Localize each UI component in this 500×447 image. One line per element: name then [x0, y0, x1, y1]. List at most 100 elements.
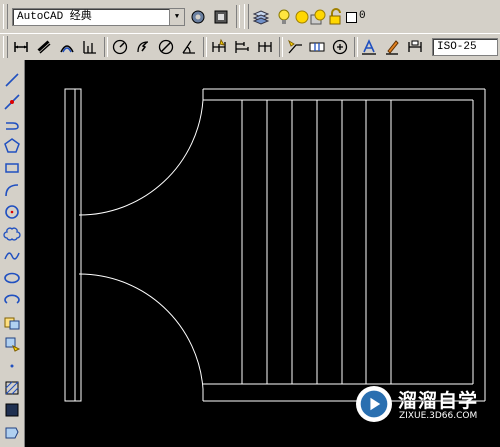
dim-edit-button[interactable]: [359, 37, 379, 57]
layers-icon: [252, 10, 270, 25]
layer-lock-toggle[interactable]: [326, 7, 346, 27]
play-icon: [360, 390, 388, 418]
quick-leader-button[interactable]: [285, 37, 305, 57]
ellipse-icon: [4, 272, 20, 284]
arc-button[interactable]: [2, 180, 22, 200]
xline-icon: [4, 94, 20, 110]
point-button[interactable]: [2, 356, 22, 376]
insert-block-button[interactable]: [2, 312, 22, 332]
circle-icon: [5, 205, 19, 219]
dim-ordinate-button[interactable]: [80, 37, 100, 57]
center-mark-icon: [332, 39, 348, 55]
dim-update-icon: [408, 40, 422, 52]
polygon-icon: [4, 138, 20, 153]
region-icon: [5, 427, 19, 439]
polyline-icon: [6, 122, 19, 130]
toolbar-grip[interactable]: [3, 4, 8, 29]
watermark-url: ZIXUE.3D66.COM: [399, 411, 478, 421]
toolbar-grip[interactable]: [244, 4, 249, 29]
rectangle-icon: [5, 163, 19, 173]
layer-viewport-freeze-toggle[interactable]: [308, 7, 328, 27]
watermark-logo: [356, 386, 392, 422]
dim-jogged-icon: [137, 41, 149, 53]
dim-continue-button[interactable]: [255, 37, 275, 57]
tolerance-button[interactable]: [307, 37, 327, 57]
door-swing-arc-top: [78, 99, 204, 216]
ellipse-button[interactable]: [2, 268, 22, 288]
line-button[interactable]: [2, 70, 22, 90]
make-block-button[interactable]: [2, 334, 22, 354]
spline-icon: [4, 252, 20, 260]
toolbar-separator: [279, 37, 283, 57]
draw-toolbar: [0, 60, 25, 447]
leader-icon: [287, 39, 302, 54]
toolbar-separator: [104, 37, 108, 57]
quick-dim-button[interactable]: [209, 37, 229, 57]
layer-color-swatch: [346, 12, 357, 23]
toolbar-separator: [354, 37, 358, 57]
workspace-toolbar: AutoCAD 经典 ▼ 0: [0, 0, 500, 34]
ellipse-arc-button[interactable]: [2, 290, 22, 310]
lock-icon: [329, 8, 341, 25]
dim-update-button[interactable]: [405, 37, 425, 57]
viewport-sun-icon: [310, 9, 326, 25]
dim-radius-button[interactable]: [110, 37, 130, 57]
dim-aligned-button[interactable]: [34, 37, 54, 57]
revision-cloud-button[interactable]: [2, 224, 22, 244]
dim-linear-button[interactable]: [11, 37, 31, 57]
pencil-icon: [386, 40, 399, 55]
dim-arc-icon: [60, 45, 74, 53]
dim-ordinate-icon: [83, 41, 96, 54]
rectangle-button[interactable]: [2, 158, 22, 178]
watermark: 溜溜自学 ZIXUE.3D66.COM: [352, 380, 477, 428]
quick-dim-icon: [212, 38, 226, 52]
dim-text-edit-icon: [362, 39, 376, 55]
toolbar-separator: [203, 37, 207, 57]
dim-angular-button[interactable]: [179, 37, 199, 57]
circle-button[interactable]: [2, 202, 22, 222]
hatch-button[interactable]: [2, 378, 22, 398]
workspace-save-button[interactable]: [211, 7, 231, 27]
layer-on-toggle[interactable]: [274, 7, 294, 27]
dim-radius-icon: [112, 39, 128, 55]
chevron-down-icon[interactable]: ▼: [169, 9, 184, 25]
gradient-button[interactable]: [2, 400, 22, 420]
layer-manager-button[interactable]: [251, 7, 271, 27]
dimstyle-select-value: ISO-25: [437, 41, 477, 53]
tolerance-icon: [309, 42, 325, 52]
dim-baseline-icon: [235, 41, 249, 53]
workspace-select[interactable]: AutoCAD 经典 ▼: [12, 8, 185, 26]
dim-arc-button[interactable]: [57, 37, 77, 57]
region-button[interactable]: [2, 422, 22, 442]
dim-diameter-button[interactable]: [156, 37, 176, 57]
insert-block-icon: [4, 317, 20, 330]
dim-angular-icon: [182, 40, 195, 54]
workspace-settings-button[interactable]: [188, 7, 208, 27]
dim-text-edit-button[interactable]: [382, 37, 402, 57]
dim-baseline-button[interactable]: [232, 37, 252, 57]
line-icon: [5, 73, 19, 87]
toolbar-grip[interactable]: [3, 36, 8, 58]
door-swing-arc-bottom: [78, 273, 204, 390]
arc-icon: [5, 184, 19, 197]
polygon-button[interactable]: [2, 136, 22, 156]
toolbar-separator: [236, 5, 240, 28]
layer-name: 0: [359, 10, 366, 22]
workspace-icon: [214, 10, 228, 24]
dimension-toolbar: ISO-25: [0, 33, 500, 61]
spline-button[interactable]: [2, 246, 22, 266]
dimstyle-select[interactable]: ISO-25: [432, 38, 498, 56]
gradient-icon: [5, 403, 19, 417]
dim-aligned-icon: [37, 40, 51, 54]
workspace-select-value: AutoCAD 经典: [17, 11, 92, 23]
dim-continue-icon: [258, 42, 272, 52]
polyline-button[interactable]: [2, 114, 22, 134]
center-mark-button[interactable]: [330, 37, 350, 57]
door-frame-outer: [64, 88, 82, 402]
dim-linear-icon: [14, 42, 28, 52]
dim-jogged-button[interactable]: [133, 37, 153, 57]
dim-diameter-icon: [158, 39, 174, 55]
construction-line-button[interactable]: [2, 92, 22, 112]
lightbulb-icon: [278, 9, 290, 24]
point-icon: [10, 364, 14, 368]
